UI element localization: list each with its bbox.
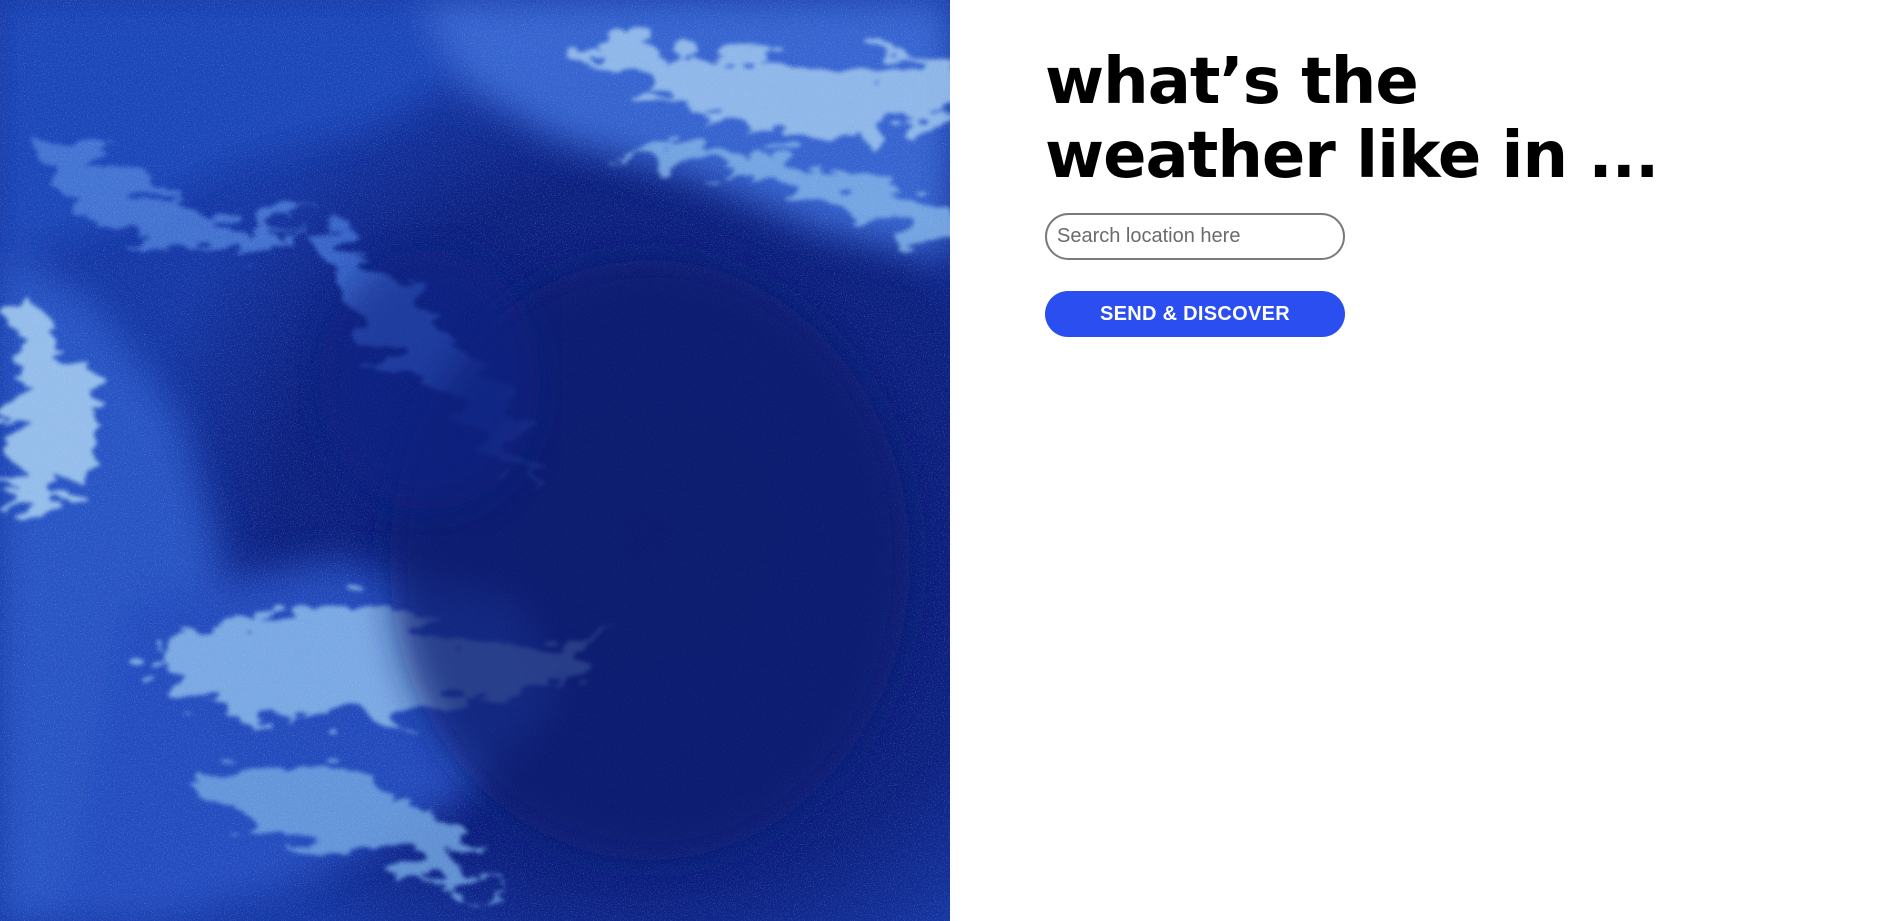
page: what’s the weather like in ... SEND & DI… — [0, 0, 1898, 921]
page-title: what’s the weather like in ... — [1045, 45, 1659, 193]
title-line-1: what’s the — [1045, 45, 1419, 119]
send-discover-button[interactable]: SEND & DISCOVER — [1045, 291, 1345, 337]
title-line-2: weather like in ... — [1045, 119, 1659, 193]
ocean-illustration — [0, 0, 950, 921]
satellite-ocean-image — [0, 0, 950, 921]
search-panel: what’s the weather like in ... SEND & DI… — [950, 0, 1898, 921]
search-input[interactable] — [1045, 213, 1345, 260]
